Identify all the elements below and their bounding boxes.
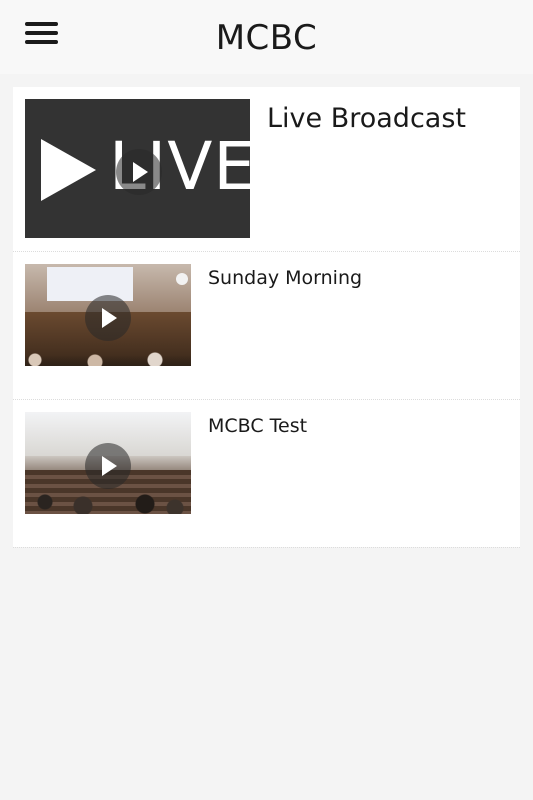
- video-thumbnail[interactable]: [25, 412, 191, 514]
- video-item-live-broadcast[interactable]: LIVE Live Broadcast: [13, 87, 520, 252]
- live-thumbnail[interactable]: LIVE: [25, 99, 255, 238]
- play-button-icon[interactable]: [85, 295, 131, 341]
- video-thumbnail[interactable]: [25, 264, 191, 366]
- app-title: MCBC: [215, 18, 318, 58]
- video-item-sunday-morning[interactable]: Sunday Morning: [13, 252, 520, 400]
- play-button-icon[interactable]: [116, 149, 162, 195]
- video-item-mcbc-test[interactable]: MCBC Test: [13, 400, 520, 548]
- play-triangle: [133, 162, 148, 182]
- thumbnail-congregation: [25, 348, 191, 366]
- play-triangle: [102, 308, 117, 328]
- play-triangle: [102, 456, 117, 476]
- large-play-icon: [41, 139, 96, 201]
- app-header: MCBC: [0, 0, 533, 74]
- video-list: LIVE Live Broadcast Sunday Morning MCBC …: [13, 87, 520, 548]
- thumbnail-light: [176, 273, 188, 285]
- video-title[interactable]: MCBC Test: [208, 412, 307, 440]
- video-title[interactable]: Sunday Morning: [208, 264, 362, 292]
- thumbnail-projection-screen: [47, 267, 133, 301]
- play-button-icon[interactable]: [85, 443, 131, 489]
- video-title[interactable]: Live Broadcast: [267, 101, 466, 137]
